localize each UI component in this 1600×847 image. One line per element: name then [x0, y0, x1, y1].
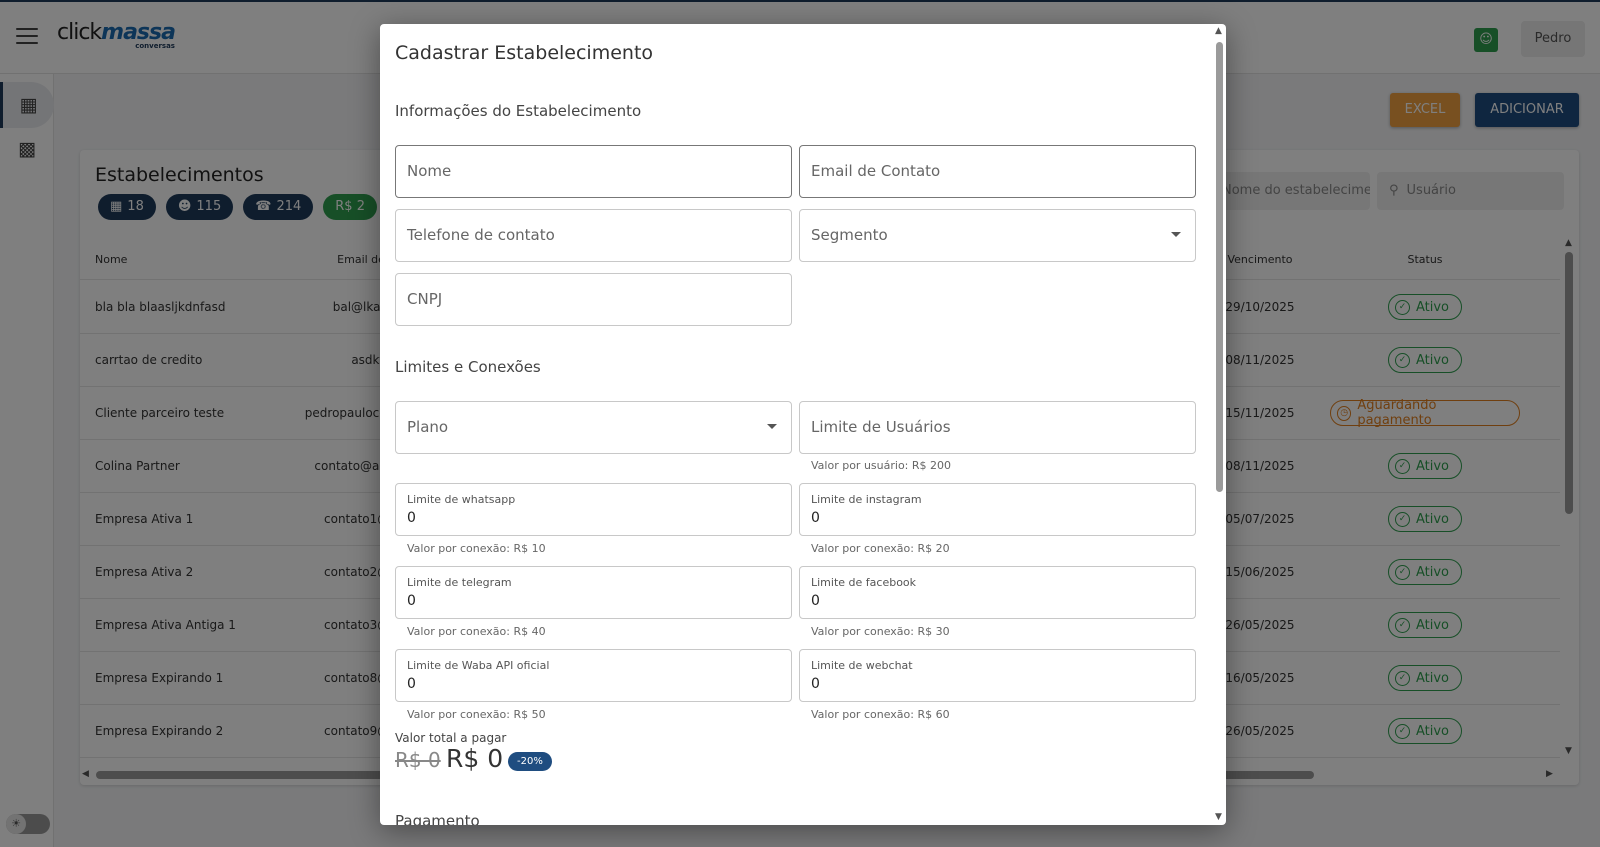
webchat-price-helper: Valor por conexão: R$ 60: [811, 708, 950, 721]
section-info-title: Informações do Estabelecimento: [395, 102, 642, 120]
scroll-up-icon[interactable]: ▲: [1215, 26, 1222, 36]
whatsapp-price-helper: Valor por conexão: R$ 10: [407, 542, 546, 555]
waba-price-helper: Valor por conexão: R$ 50: [407, 708, 546, 721]
field-label: Limite de facebook: [811, 576, 917, 589]
field-value: 0: [407, 676, 416, 692]
segment-placeholder: Segmento: [811, 226, 888, 244]
original-price: R$ 0: [395, 748, 441, 772]
name-field[interactable]: Nome: [395, 145, 792, 198]
chevron-down-icon: [1171, 232, 1181, 237]
dialog-title: Cadastrar Estabelecimento: [395, 42, 654, 64]
field-value: 0: [811, 510, 820, 526]
field-value: 0: [811, 676, 820, 692]
facebook-price-helper: Valor por conexão: R$ 30: [811, 625, 950, 638]
phone-field[interactable]: Telefone de contato: [395, 209, 792, 262]
dialog-scrollbar[interactable]: ▲ ▼: [1212, 24, 1226, 825]
email-placeholder: Email de Contato: [811, 162, 941, 180]
chevron-down-icon: [767, 424, 777, 429]
cnpj-field[interactable]: CNPJ: [395, 273, 792, 326]
webchat-limit-field[interactable]: Limite de webchat 0: [799, 649, 1196, 702]
user-price-helper: Valor por usuário: R$ 200: [811, 459, 952, 472]
field-label: Limite de whatsapp: [407, 493, 516, 506]
email-field[interactable]: Email de Contato: [799, 145, 1196, 198]
phone-placeholder: Telefone de contato: [407, 226, 555, 244]
user-limit-field[interactable]: Limite de Usuários: [799, 401, 1196, 454]
plan-placeholder: Plano: [407, 418, 449, 436]
cnpj-placeholder: CNPJ: [407, 290, 443, 308]
field-label: Limite de Waba API oficial: [407, 659, 550, 672]
telegram-price-helper: Valor por conexão: R$ 40: [407, 625, 546, 638]
field-value: 0: [407, 510, 416, 526]
discount-badge: -20%: [508, 752, 552, 771]
segment-select[interactable]: Segmento: [799, 209, 1196, 262]
plan-select[interactable]: Plano: [395, 401, 792, 454]
instagram-price-helper: Valor por conexão: R$ 20: [811, 542, 950, 555]
field-value: 0: [811, 593, 820, 609]
scroll-down-icon[interactable]: ▼: [1215, 812, 1222, 822]
create-establishment-dialog: Cadastrar Estabelecimento Informações do…: [380, 24, 1226, 825]
facebook-limit-field[interactable]: Limite de facebook 0: [799, 566, 1196, 619]
user-limit-placeholder: Limite de Usuários: [811, 418, 951, 436]
section-limits-title: Limites e Conexões: [395, 358, 541, 376]
telegram-limit-field[interactable]: Limite de telegram 0: [395, 566, 792, 619]
field-label: Limite de instagram: [811, 493, 922, 506]
field-value: 0: [407, 593, 416, 609]
final-price: R$ 0: [446, 744, 504, 773]
waba-limit-field[interactable]: Limite de Waba API oficial 0: [395, 649, 792, 702]
whatsapp-limit-field[interactable]: Limite de whatsapp 0: [395, 483, 792, 536]
instagram-limit-field[interactable]: Limite de instagram 0: [799, 483, 1196, 536]
field-label: Limite de webchat: [811, 659, 913, 672]
total-label: Valor total a pagar: [395, 731, 507, 745]
field-label: Limite de telegram: [407, 576, 512, 589]
name-placeholder: Nome: [407, 162, 452, 180]
scroll-thumb[interactable]: [1216, 42, 1223, 492]
section-payment-title: Pagamento: [395, 812, 480, 825]
